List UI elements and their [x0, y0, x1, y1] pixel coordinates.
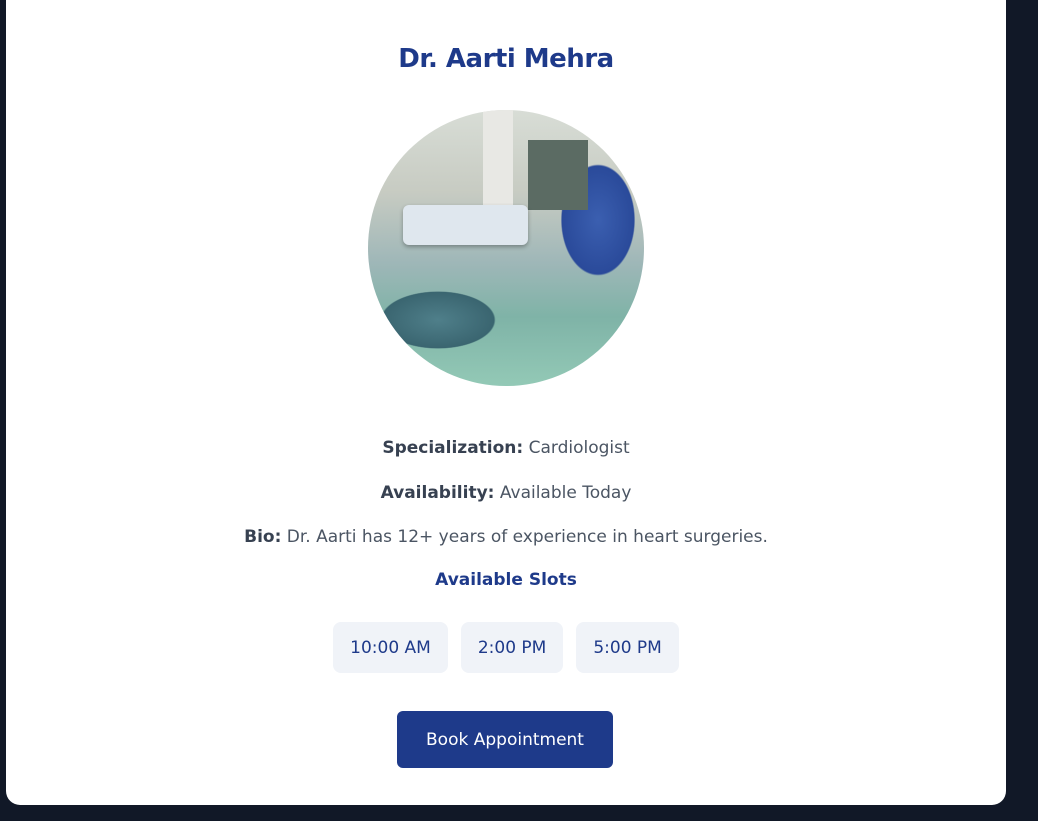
book-appointment-button[interactable]: Book Appointment: [397, 711, 613, 768]
specialization: Specialization: Cardiologist: [382, 438, 630, 458]
doctor-photo: [368, 110, 644, 386]
doctor-name: Dr. Aarti Mehra: [398, 44, 614, 74]
doctor-card: Dr. Aarti Mehra Specialization: Cardiolo…: [6, 0, 1006, 805]
slot-list: 10:00 AM 2:00 PM 5:00 PM: [6, 622, 1006, 673]
availability: Availability: Available Today: [380, 483, 632, 503]
available-slots-heading: Available Slots: [435, 570, 577, 590]
slot-button[interactable]: 10:00 AM: [333, 622, 448, 673]
slot-button[interactable]: 5:00 PM: [576, 622, 679, 673]
bio: Bio: Dr. Aarti has 12+ years of experien…: [244, 527, 768, 547]
slot-button[interactable]: 2:00 PM: [460, 622, 564, 673]
